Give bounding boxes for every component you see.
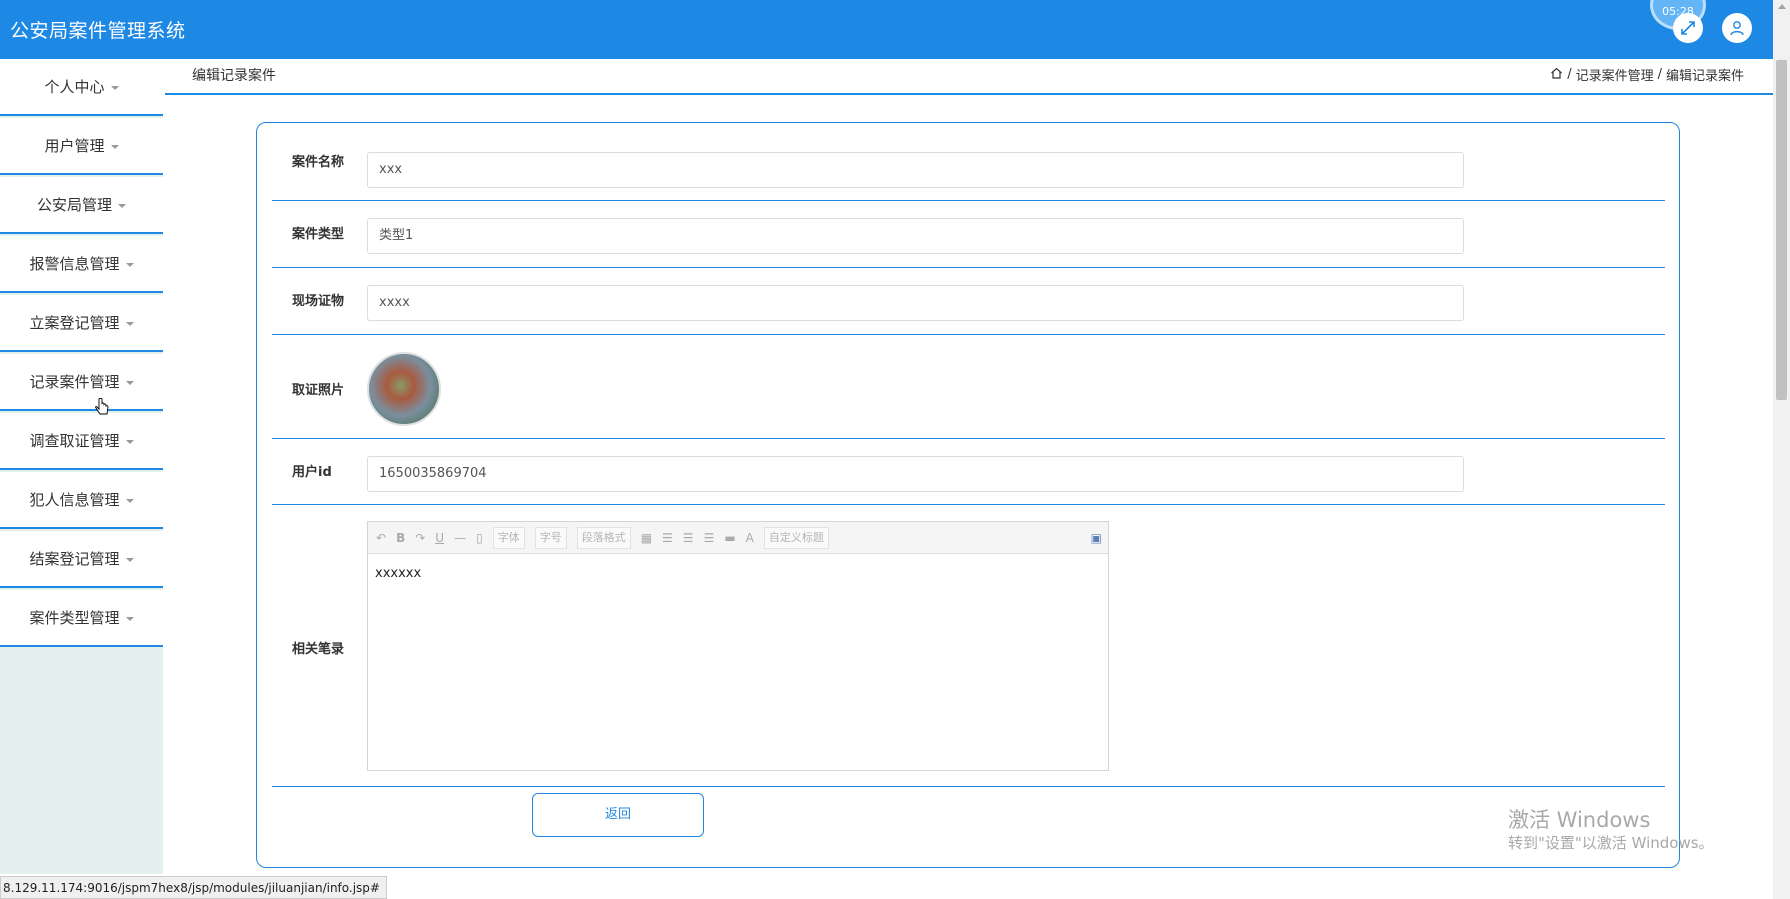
caret-down-icon xyxy=(110,144,119,149)
sidebar-item-label: 结案登记管理 xyxy=(29,550,120,568)
sidebar-item-criminal-info[interactable]: 犯人信息管理 xyxy=(0,472,163,529)
caret-down-icon xyxy=(110,85,119,90)
font-family-select[interactable]: 字体 xyxy=(492,526,525,549)
breadcrumb-separator: / xyxy=(1567,67,1572,82)
sidebar-item-case-records[interactable]: 记录案件管理 xyxy=(0,354,163,411)
form-row-photo: 取证照片 xyxy=(272,334,1665,439)
editor-toolbar: ↶ B ↷ U — ▯ 字体 字号 段落格式 ▦ ☰ ☰ ☰ ▬ A 自定义标题… xyxy=(368,522,1108,554)
sidebar-item-case-type[interactable]: 案件类型管理 xyxy=(0,590,163,647)
form-row-case-type: 案件类型 类型1 xyxy=(272,200,1665,268)
user-id-input[interactable]: 1650035869704 xyxy=(367,456,1464,492)
app-title: 公安局案件管理系统 xyxy=(10,20,186,42)
scroll-up-icon[interactable] xyxy=(1778,4,1786,9)
breadcrumb-item-current: 编辑记录案件 xyxy=(1665,69,1744,84)
undo-icon[interactable]: ↶ xyxy=(376,531,386,545)
caret-down-icon xyxy=(118,203,126,208)
caret-down-icon xyxy=(125,380,134,385)
sidebar-item-case-filing[interactable]: 立案登记管理 xyxy=(0,295,163,352)
sidebar-item-label: 用户管理 xyxy=(44,137,105,155)
editor-content[interactable]: xxxxxx xyxy=(375,566,421,581)
page-header: 编辑记录案件 / 记录案件管理 / 编辑记录案件 xyxy=(165,59,1773,95)
sidebar-item-investigation[interactable]: 调查取证管理 xyxy=(0,413,163,470)
vertical-scrollbar[interactable] xyxy=(1773,0,1790,899)
user-avatar-icon[interactable] xyxy=(1722,13,1752,43)
sidebar-item-label: 公安局管理 xyxy=(36,196,112,214)
scrollbar-thumb[interactable] xyxy=(1776,60,1787,400)
horizontal-rule-button[interactable]: — xyxy=(454,531,466,545)
align-left-icon[interactable]: ☰ xyxy=(662,531,673,545)
evidence-photo[interactable] xyxy=(367,352,441,426)
breadcrumb-item[interactable]: 记录案件管理 xyxy=(1576,65,1654,84)
windows-activation-hint: 转到"设置"以激活 Windows。 xyxy=(1508,834,1714,852)
breadcrumb-separator: / xyxy=(1657,67,1662,82)
windows-activation-title: 激活 Windows xyxy=(1508,808,1651,832)
caret-down-icon xyxy=(125,557,134,562)
breadcrumb: / 记录案件管理 / 编辑记录案件 xyxy=(1550,65,1744,84)
sidebar-item-case-closure[interactable]: 结案登记管理 xyxy=(0,531,163,588)
sidebar-item-label: 报警信息管理 xyxy=(29,255,120,273)
caret-down-icon xyxy=(125,321,134,326)
rich-text-editor[interactable]: ↶ B ↷ U — ▯ 字体 字号 段落格式 ▦ ☰ ☰ ☰ ▬ A 自定义标题… xyxy=(367,521,1109,771)
caret-down-icon xyxy=(125,439,134,444)
sidebar-item-label: 案件类型管理 xyxy=(29,609,120,627)
edit-form-card: 案件名称 xxx 案件类型 类型1 现场证物 xxxx 取证照片 用户id 16… xyxy=(256,122,1680,868)
back-button[interactable]: 返回 xyxy=(532,793,704,837)
caret-down-icon xyxy=(125,616,134,621)
case-name-input[interactable]: xxx xyxy=(367,152,1464,188)
redo-icon[interactable]: ↷ xyxy=(415,531,425,545)
sidebar-item-label: 犯人信息管理 xyxy=(29,491,120,509)
font-color-button[interactable]: A xyxy=(746,531,754,545)
sidebar-item-label: 个人中心 xyxy=(44,78,105,96)
fullscreen-icon[interactable] xyxy=(1673,13,1703,43)
case-name-label: 案件名称 xyxy=(292,155,345,170)
justify-icon[interactable]: ▬ xyxy=(724,531,735,545)
sidebar-item-label: 调查取证管理 xyxy=(29,432,120,450)
paragraph-format-select[interactable]: 段落格式 xyxy=(576,526,631,549)
photo-label: 取证照片 xyxy=(292,383,345,398)
top-header: 公安局案件管理系统 05:28 xyxy=(0,0,1773,59)
home-icon[interactable] xyxy=(1550,67,1563,83)
case-type-input[interactable]: 类型1 xyxy=(367,218,1464,254)
align-right-icon[interactable]: ☰ xyxy=(704,531,715,545)
underline-button[interactable]: U xyxy=(435,531,444,545)
align-center-icon[interactable]: ☰ xyxy=(683,531,694,545)
custom-title-select[interactable]: 自定义标题 xyxy=(763,526,829,549)
status-url: 8.129.11.174:9016/jspm7hex8/jsp/modules/… xyxy=(0,876,387,899)
form-row-case-name: 案件名称 xxx xyxy=(272,123,1665,201)
user-id-label: 用户id xyxy=(292,465,332,480)
notes-label: 相关笔录 xyxy=(292,642,345,657)
sidebar-item-label: 记录案件管理 xyxy=(29,373,120,391)
sidebar-item-alarm-info[interactable]: 报警信息管理 xyxy=(0,236,163,293)
sidebar-item-police-bureau[interactable]: 公安局管理 xyxy=(0,177,163,234)
form-row-notes: 相关笔录 ↶ B ↷ U — ▯ 字体 字号 段落格式 ▦ ☰ ☰ ☰ ▬ A … xyxy=(272,504,1665,787)
case-type-label: 案件类型 xyxy=(292,227,345,242)
table-icon[interactable]: ▦ xyxy=(641,531,652,545)
caret-down-icon xyxy=(125,498,134,503)
sidebar-item-personal-center[interactable]: 个人中心 xyxy=(0,59,163,116)
bold-button[interactable]: B xyxy=(396,531,405,545)
sidebar: 个人中心 用户管理 公安局管理 报警信息管理 立案登记管理 记录案件管理 调查取… xyxy=(0,59,163,874)
form-row-evidence: 现场证物 xxxx xyxy=(272,267,1665,335)
evidence-input[interactable]: xxxx xyxy=(367,285,1464,321)
page-title: 编辑记录案件 xyxy=(192,68,276,84)
source-view-icon[interactable]: ▣ xyxy=(1091,531,1102,545)
sidebar-item-label: 立案登记管理 xyxy=(29,314,120,332)
caret-down-icon xyxy=(125,262,134,267)
document-icon[interactable]: ▯ xyxy=(476,531,483,545)
evidence-label: 现场证物 xyxy=(292,294,345,309)
font-size-select[interactable]: 字号 xyxy=(534,526,567,549)
hand-cursor-icon xyxy=(95,398,109,415)
sidebar-item-user-management[interactable]: 用户管理 xyxy=(0,118,163,175)
form-row-user-id: 用户id 1650035869704 xyxy=(272,438,1665,505)
